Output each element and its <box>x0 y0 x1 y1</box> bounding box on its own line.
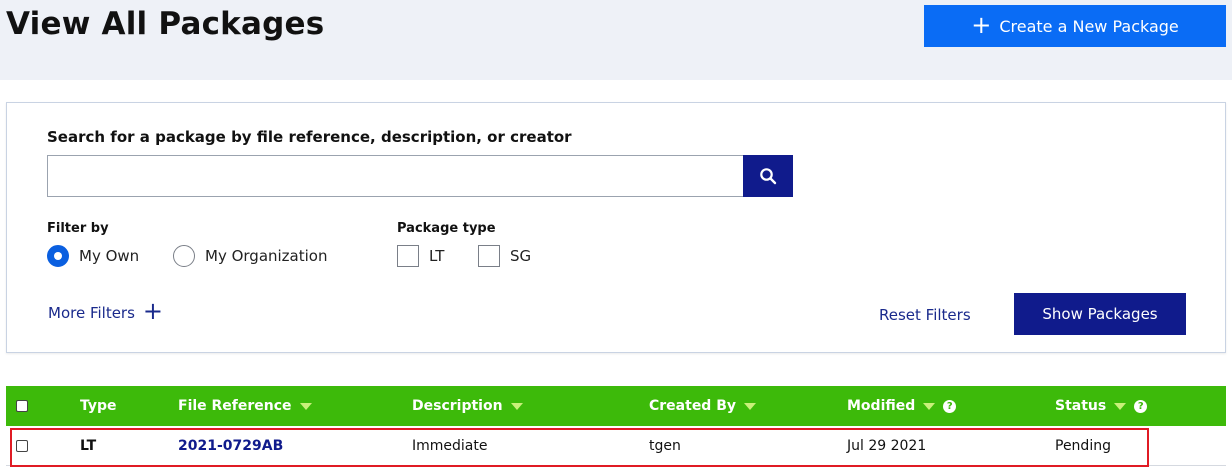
checkbox-sg-label: SG <box>510 247 532 265</box>
cell-modified: Jul 29 2021 <box>847 438 927 454</box>
cell-description: Immediate <box>412 438 488 454</box>
search-input[interactable] <box>47 155 744 197</box>
package-type-label: Package type <box>397 221 496 236</box>
column-status-label: Status <box>1055 398 1107 414</box>
sort-caret-icon <box>744 402 757 410</box>
select-all-checkbox[interactable] <box>16 386 28 426</box>
column-description[interactable]: Description <box>412 386 523 426</box>
radio-my-own-label: My Own <box>79 247 140 265</box>
reset-filters-link[interactable]: Reset Filters <box>879 306 971 324</box>
column-file-reference-label: File Reference <box>178 398 292 414</box>
checkbox-icon <box>397 245 419 267</box>
column-type-label: Type <box>80 398 117 414</box>
more-filters-label: More Filters <box>48 304 135 322</box>
column-file-reference[interactable]: File Reference <box>178 386 312 426</box>
column-status[interactable]: Status ? <box>1055 386 1148 426</box>
create-package-label: Create a New Package <box>999 16 1179 36</box>
help-icon[interactable]: ? <box>1134 399 1148 413</box>
column-created-by[interactable]: Created By <box>649 386 757 426</box>
checkbox-icon <box>16 400 28 412</box>
plus-icon: + <box>971 10 992 39</box>
column-modified[interactable]: Modified ? <box>847 386 957 426</box>
row-select-checkbox[interactable] <box>16 426 28 466</box>
radio-my-own[interactable]: My Own <box>47 245 139 267</box>
more-filters-link[interactable]: More Filters + <box>48 299 163 323</box>
show-packages-button[interactable]: Show Packages <box>1014 293 1186 335</box>
column-created-by-label: Created By <box>649 398 737 414</box>
table-header: Type File Reference Description Created … <box>6 386 1226 426</box>
filter-by-label: Filter by <box>47 221 109 236</box>
column-description-label: Description <box>412 398 503 414</box>
column-type: Type <box>80 386 117 426</box>
page-title: View All Packages <box>6 6 325 42</box>
help-icon[interactable]: ? <box>943 399 957 413</box>
checkbox-icon <box>478 245 500 267</box>
sort-caret-icon <box>1114 402 1127 410</box>
checkbox-icon <box>16 440 28 452</box>
packages-table: Type File Reference Description Created … <box>6 386 1226 467</box>
checkbox-lt[interactable]: LT <box>397 245 444 267</box>
search-filter-panel: Search for a package by file reference, … <box>6 102 1226 353</box>
search-icon <box>760 168 777 185</box>
search-label: Search for a package by file reference, … <box>47 128 572 146</box>
table-row[interactable]: LT 2021-0729AB Immediate tgen Jul 29 202… <box>6 426 1226 467</box>
search-button[interactable] <box>743 155 793 197</box>
sort-caret-icon <box>510 402 523 410</box>
cell-file-reference-link[interactable]: 2021-0729AB <box>178 426 283 466</box>
radio-unselected-icon <box>173 245 195 267</box>
radio-my-organization[interactable]: My Organization <box>173 245 327 267</box>
cell-status: Pending <box>1055 438 1111 454</box>
radio-my-organization-label: My Organization <box>205 247 328 265</box>
checkbox-lt-label: LT <box>429 247 445 265</box>
cell-type: LT <box>80 438 97 454</box>
create-package-button[interactable]: + Create a New Package <box>924 5 1226 47</box>
cell-created-by: tgen <box>649 438 681 454</box>
plus-icon: + <box>142 297 164 325</box>
column-modified-label: Modified <box>847 398 916 414</box>
radio-selected-icon <box>47 245 69 267</box>
sort-caret-icon <box>299 402 312 410</box>
checkbox-sg[interactable]: SG <box>478 245 531 267</box>
sort-caret-icon <box>923 402 936 410</box>
